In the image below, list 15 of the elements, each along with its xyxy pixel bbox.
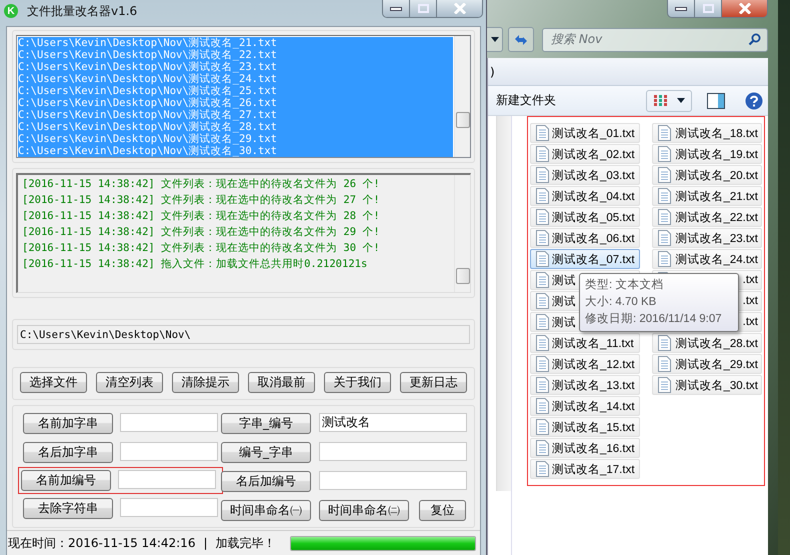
app-logo-icon: K <box>4 4 18 18</box>
log-line: [2016-11-15 14:38:42] 拖入文件：加载文件总共用时0.2120121s <box>21 257 368 272</box>
status-message: 加载完毕！ <box>216 534 276 552</box>
log-line: [2016-11-15 14:38:42] 文件列表：现在选中的待改名文件为 30 个! <box>21 241 381 256</box>
tooltip-line: 修改日期: 2016/11/14 9:07 <box>585 312 723 327</box>
log-line: [2016-11-15 14:38:42] 文件列表：现在选中的待改名文件为 28 个! <box>21 209 381 224</box>
address-text: ) <box>490 64 495 78</box>
status-time: 现在时间：2016-11-15 14:42:16 <box>8 534 196 552</box>
tooltip-line: 大小: 4.70 KB <box>585 294 658 310</box>
log-line: [2016-11-15 14:38:42] 文件列表：现在选中的待改名文件为 27 个! <box>21 193 381 208</box>
log-line: [2016-11-15 14:38:42] 文件列表：现在选中的待改名文件为 29 个! <box>21 225 381 240</box>
tooltip-line: 类型: 文本文档 <box>585 278 664 293</box>
window-title: 文件批量改名器v1.6 <box>27 2 138 20</box>
log-line: [2016-11-15 14:38:42] 文件列表：现在选中的待改名文件为 26 个! <box>21 177 381 192</box>
status-separator: | <box>203 536 208 550</box>
